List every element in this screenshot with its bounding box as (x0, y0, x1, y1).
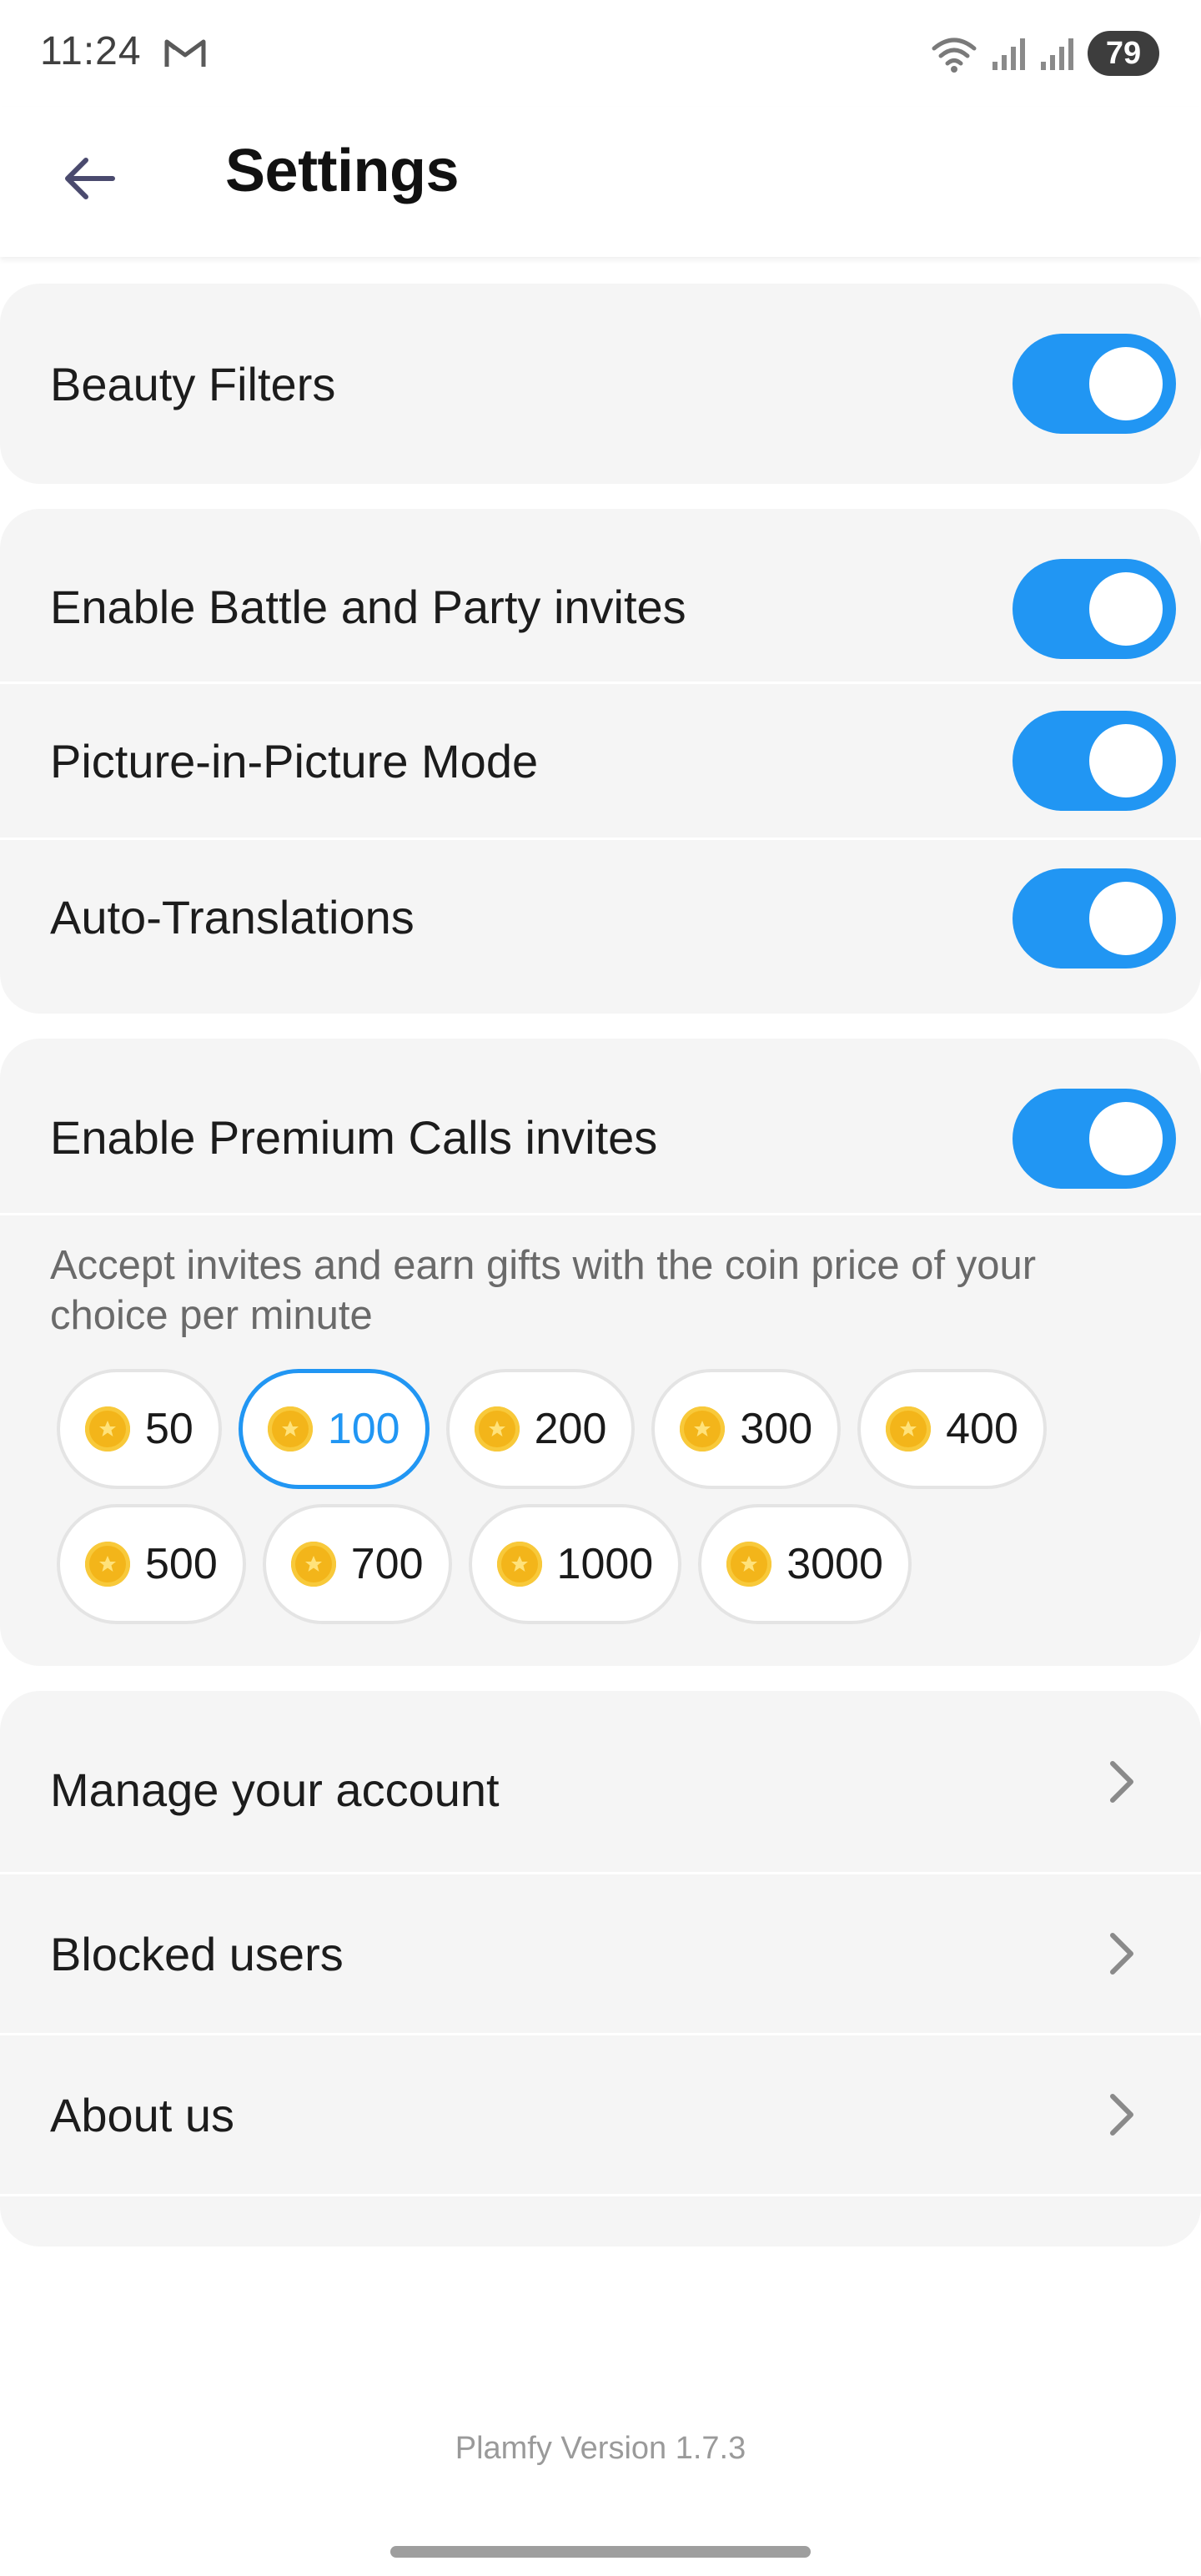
wifi-icon (929, 33, 979, 73)
about-us-label: About us (50, 2088, 235, 2141)
coin-icon (726, 1542, 772, 1587)
signal-icon (991, 35, 1028, 72)
battery-icon: 79 (1088, 31, 1168, 76)
price-chip-label: 1000 (556, 1540, 654, 1588)
coin-icon (267, 1406, 313, 1452)
invites-card: Enable Battle and Party invites Picture-… (0, 509, 1201, 1014)
chevron-right-icon (1110, 1933, 1133, 1975)
price-chip-label: 3000 (786, 1540, 883, 1588)
chevron-right-icon (1110, 1760, 1133, 1803)
gmail-icon (163, 37, 207, 70)
premium-calls-toggle[interactable] (1013, 1089, 1176, 1189)
blocked-users-label: Blocked users (50, 1927, 344, 1980)
home-indicator[interactable] (390, 2546, 811, 2558)
account-card: Manage your account Blocked users About … (0, 1691, 1201, 2246)
chevron-right-icon (1110, 2094, 1133, 2136)
price-chip-label: 100 (327, 1405, 400, 1453)
coin-icon (886, 1406, 932, 1452)
status-bar: 11:24 79 (0, 0, 1201, 107)
premium-calls-description: Accept invites and earn gifts with the c… (50, 1243, 1037, 1338)
manage-account-row[interactable]: Manage your account (0, 1691, 1201, 1874)
auto-translations-label: Auto-Translations (50, 890, 415, 943)
price-chip-label: 300 (740, 1405, 813, 1453)
app-header: Settings (0, 107, 1201, 257)
card-spacer (0, 2196, 1201, 2246)
premium-calls-card: Enable Premium Calls invites Accept invi… (0, 1039, 1201, 1666)
auto-translations-toggle[interactable] (1013, 868, 1176, 969)
back-arrow-icon (65, 158, 115, 199)
price-options: 50 100 200 300 400 500 700 1000 3000 (0, 1341, 1108, 1666)
status-time: 11:24 (40, 29, 142, 73)
beauty-card: Beauty Filters (0, 284, 1201, 484)
price-chip-label: 200 (534, 1405, 607, 1453)
back-button[interactable] (50, 140, 127, 217)
signal-icon (1039, 35, 1076, 72)
battle-party-invites-toggle[interactable] (1013, 559, 1176, 659)
settings-content: Beauty Filters Enable Battle and Party i… (0, 284, 1201, 2272)
coin-icon (85, 1542, 130, 1587)
toggle-knob (1089, 1102, 1163, 1175)
auto-translations-row[interactable]: Auto-Translations (0, 840, 1201, 1014)
coin-icon (474, 1406, 520, 1452)
manage-account-label: Manage your account (50, 1763, 500, 1816)
coin-icon (290, 1542, 336, 1587)
price-chip[interactable]: 50 (57, 1369, 222, 1489)
price-chip-label: 500 (145, 1540, 218, 1588)
beauty-filters-toggle[interactable] (1013, 334, 1176, 434)
price-chip-label: 400 (946, 1405, 1018, 1453)
picture-in-picture-row[interactable]: Picture-in-Picture Mode (0, 684, 1201, 840)
toggle-knob (1089, 572, 1163, 646)
price-chip[interactable]: 500 (57, 1504, 246, 1624)
battle-party-invites-label: Enable Battle and Party invites (50, 581, 686, 633)
battle-party-invites-row[interactable]: Enable Battle and Party invites (0, 509, 1201, 684)
about-us-row[interactable]: About us (0, 2035, 1201, 2196)
coin-icon (85, 1406, 130, 1452)
price-chip-label: 700 (350, 1540, 424, 1588)
price-chip-label: 50 (145, 1405, 193, 1453)
blocked-users-row[interactable]: Blocked users (0, 1874, 1201, 2035)
price-chip[interactable]: 700 (262, 1504, 452, 1624)
price-chip[interactable]: 400 (857, 1369, 1047, 1489)
price-chip[interactable]: 200 (445, 1369, 636, 1489)
coin-icon (496, 1542, 542, 1587)
toggle-knob (1089, 882, 1163, 955)
price-chip[interactable]: 1000 (468, 1504, 682, 1624)
picture-in-picture-label: Picture-in-Picture Mode (50, 734, 539, 787)
status-icons: 79 (929, 30, 1168, 77)
page-title: Settings (225, 138, 460, 204)
beauty-filters-label: Beauty Filters (50, 357, 336, 410)
beauty-filters-row[interactable]: Beauty Filters (0, 284, 1201, 484)
price-chip[interactable]: 100 (238, 1369, 430, 1489)
premium-calls-row[interactable]: Enable Premium Calls invites (0, 1039, 1201, 1215)
premium-calls-label: Enable Premium Calls invites (50, 1111, 658, 1164)
toggle-knob (1089, 724, 1163, 797)
app-version: Plamfy Version 1.7.3 (0, 2402, 1201, 2503)
price-chip[interactable]: 3000 (698, 1504, 912, 1624)
toggle-knob (1089, 347, 1163, 420)
picture-in-picture-toggle[interactable] (1013, 711, 1176, 811)
coin-icon (680, 1406, 726, 1452)
price-chip[interactable]: 300 (651, 1369, 842, 1489)
